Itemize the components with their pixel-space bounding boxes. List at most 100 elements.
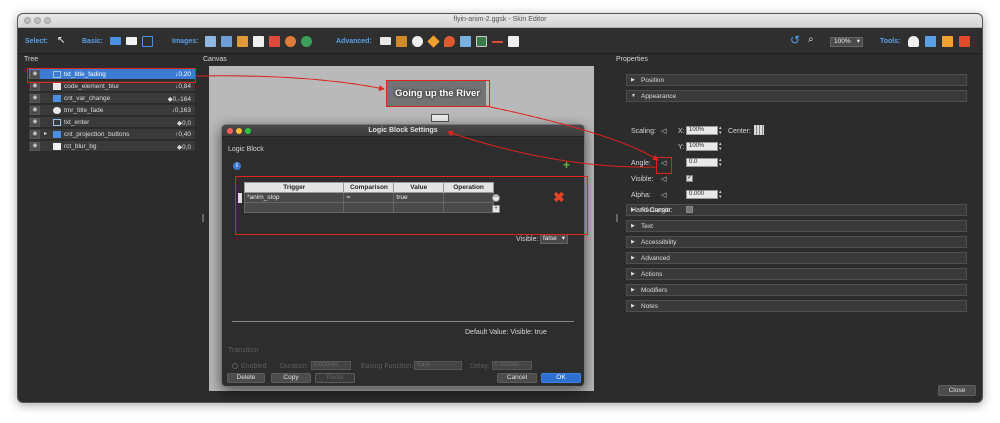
eye-icon[interactable]: ◉ <box>30 94 40 103</box>
delay-field[interactable]: 0.000sec <box>492 361 532 370</box>
timer-tool-icon[interactable] <box>412 36 423 47</box>
image-button-tool-icon[interactable] <box>221 36 232 47</box>
chevron-right-icon: ▶ <box>631 303 635 309</box>
undo-icon[interactable]: ↺ <box>790 33 800 47</box>
globe-tool-icon[interactable] <box>301 36 312 47</box>
section-notes[interactable]: ▶ Notes <box>626 300 967 312</box>
section-label: Actions <box>641 271 663 278</box>
block-visible-select[interactable]: false ▾ <box>540 234 568 244</box>
map-tool-icon[interactable] <box>460 36 471 47</box>
basic-label: Basic: <box>82 38 104 45</box>
visible-checkbox[interactable]: ✓ <box>686 175 693 182</box>
add-icon[interactable]: + <box>563 158 570 172</box>
eye-icon[interactable]: ◉ <box>30 142 40 151</box>
section-position[interactable]: ▶ Position <box>626 74 967 86</box>
easing-select[interactable]: Ease <box>414 361 462 370</box>
cancel-button[interactable]: Cancel <box>497 373 537 383</box>
angle-stepper[interactable]: ▴ ▾ <box>719 158 722 168</box>
close-button[interactable]: Close <box>938 385 976 396</box>
grid-tool-icon[interactable] <box>396 36 407 47</box>
translation-tool-icon[interactable] <box>959 36 970 47</box>
enabled-checkbox[interactable] <box>232 363 238 369</box>
zoom-select[interactable]: 100% ▾ <box>830 37 863 47</box>
info-icon[interactable]: i <box>233 162 241 170</box>
copy-button[interactable]: Copy <box>271 373 311 383</box>
scale-x-stepper[interactable]: ▴ ▾ <box>719 126 722 136</box>
center-grid-icon[interactable] <box>754 125 764 135</box>
marker-tool-icon[interactable] <box>444 36 455 47</box>
toolbar: Select: ↖ Basic: Images: Advanced: ↺ ⌕ 1… <box>18 28 982 54</box>
tree-item-name: txt_enter <box>64 119 90 126</box>
section-label: Notes <box>641 303 658 310</box>
tree-item-value: ↓0,84 <box>175 83 191 90</box>
chevron-right-icon: ▶ <box>631 271 635 277</box>
section-accessibility[interactable]: ▶ Accessibility <box>626 236 967 248</box>
tree-item[interactable]: ◉ rct_blur_bg ◆0,0 <box>29 141 195 152</box>
logic-block-dialog: Logic Block Settings Logic Block i + Tri… <box>221 124 585 387</box>
annotation-box-conditions <box>235 176 588 235</box>
angle-label: Angle: <box>631 160 651 167</box>
tree-item[interactable]: ◉ cnt_var_change ◆0,-164 <box>29 93 195 104</box>
text-tool-icon[interactable] <box>142 36 153 47</box>
canvas-frame-element[interactable] <box>431 114 449 122</box>
tree-item[interactable]: ◉ tmr_title_fade ↓0,163 <box>29 105 195 116</box>
scaling-keyframe-icon[interactable]: ◁ <box>661 127 666 135</box>
select-arrow-icon[interactable]: ↖ <box>57 35 65 46</box>
section-appearance[interactable]: ▼ Appearance <box>626 90 967 102</box>
ok-button[interactable]: OK <box>541 373 581 383</box>
expand-chevron-icon[interactable]: ▸ <box>44 130 47 137</box>
tools-label: Tools: <box>880 38 901 45</box>
cloner-tool-icon[interactable] <box>380 37 391 45</box>
svg-tool-icon[interactable] <box>253 36 264 47</box>
scaling-label: Scaling: <box>631 128 656 135</box>
duration-field[interactable]: 0.000sec <box>311 361 351 370</box>
alpha-keyframe-icon[interactable]: ◁ <box>661 191 666 199</box>
tree-item[interactable]: ◉ ▸ cnt_projection_buttons ↑0,40 <box>29 129 195 140</box>
scale-y-stepper[interactable]: ▴ ▾ <box>719 142 722 152</box>
paste-button[interactable]: Paste <box>315 373 355 383</box>
section-text[interactable]: ▶ Text <box>626 220 967 232</box>
pdf-tool-icon[interactable] <box>269 36 280 47</box>
left-splitter[interactable] <box>202 214 204 222</box>
scale-y-field[interactable]: 100% <box>686 142 718 151</box>
eye-icon[interactable]: ◉ <box>30 130 40 139</box>
visible-keyframe-icon[interactable]: ◁ <box>661 175 666 183</box>
annotation-box-canvas-title <box>386 80 490 107</box>
alpha-field[interactable]: 0.000 <box>686 190 718 199</box>
angle-field[interactable]: 0.0 <box>686 158 718 167</box>
user-tool-icon[interactable] <box>908 36 919 47</box>
code-tool-icon[interactable] <box>508 36 519 47</box>
eye-icon[interactable]: ◉ <box>30 82 40 91</box>
section-advanced[interactable]: ▶ Advanced <box>626 252 967 264</box>
canvas-panel-label: Canvas <box>203 56 227 63</box>
hotspot-tool-icon[interactable] <box>237 36 248 47</box>
zoom-search-icon[interactable]: ⌕ <box>808 34 814 45</box>
right-splitter[interactable] <box>616 214 618 222</box>
rectangle-tool-icon[interactable] <box>126 37 137 45</box>
section-modifiers[interactable]: ▶ Modifiers <box>626 284 967 296</box>
annotation-box-visible-keyframe <box>656 157 672 174</box>
puzzle-tool-icon[interactable] <box>942 36 953 47</box>
scrollbar-tool-icon[interactable] <box>492 41 503 45</box>
chevron-right-icon: ▶ <box>631 255 635 261</box>
alpha-stepper[interactable]: ▴ ▾ <box>719 190 722 200</box>
map-pin-tool-icon[interactable] <box>285 36 296 47</box>
tree-panel-label: Tree <box>24 56 39 63</box>
hand-cursor-checkbox[interactable] <box>686 206 693 213</box>
compass-tool-icon[interactable] <box>427 35 440 48</box>
timer-icon <box>53 107 61 114</box>
tree-item[interactable]: ◉ txt_enter ◆0,0 <box>29 117 195 128</box>
skin-editor-window: flyin-anim-2.ggsk - Skin Editor Select: … <box>17 13 983 403</box>
eye-icon[interactable]: ◉ <box>30 106 40 115</box>
section-actions[interactable]: ▶ Actions <box>626 268 967 280</box>
folder-tool-icon[interactable] <box>110 37 121 45</box>
eye-icon[interactable]: ◉ <box>30 118 40 127</box>
scale-x-field[interactable]: 100% <box>686 126 718 135</box>
edit-tool-icon[interactable] <box>925 36 936 47</box>
video-tool-icon[interactable] <box>476 36 487 47</box>
tree-item-value: ↑0,40 <box>175 131 191 138</box>
delete-button[interactable]: Delete <box>227 373 265 383</box>
section-label: Accessibility <box>641 239 677 246</box>
chevron-right-icon: ▶ <box>631 287 635 293</box>
image-tool-icon[interactable] <box>205 36 216 47</box>
